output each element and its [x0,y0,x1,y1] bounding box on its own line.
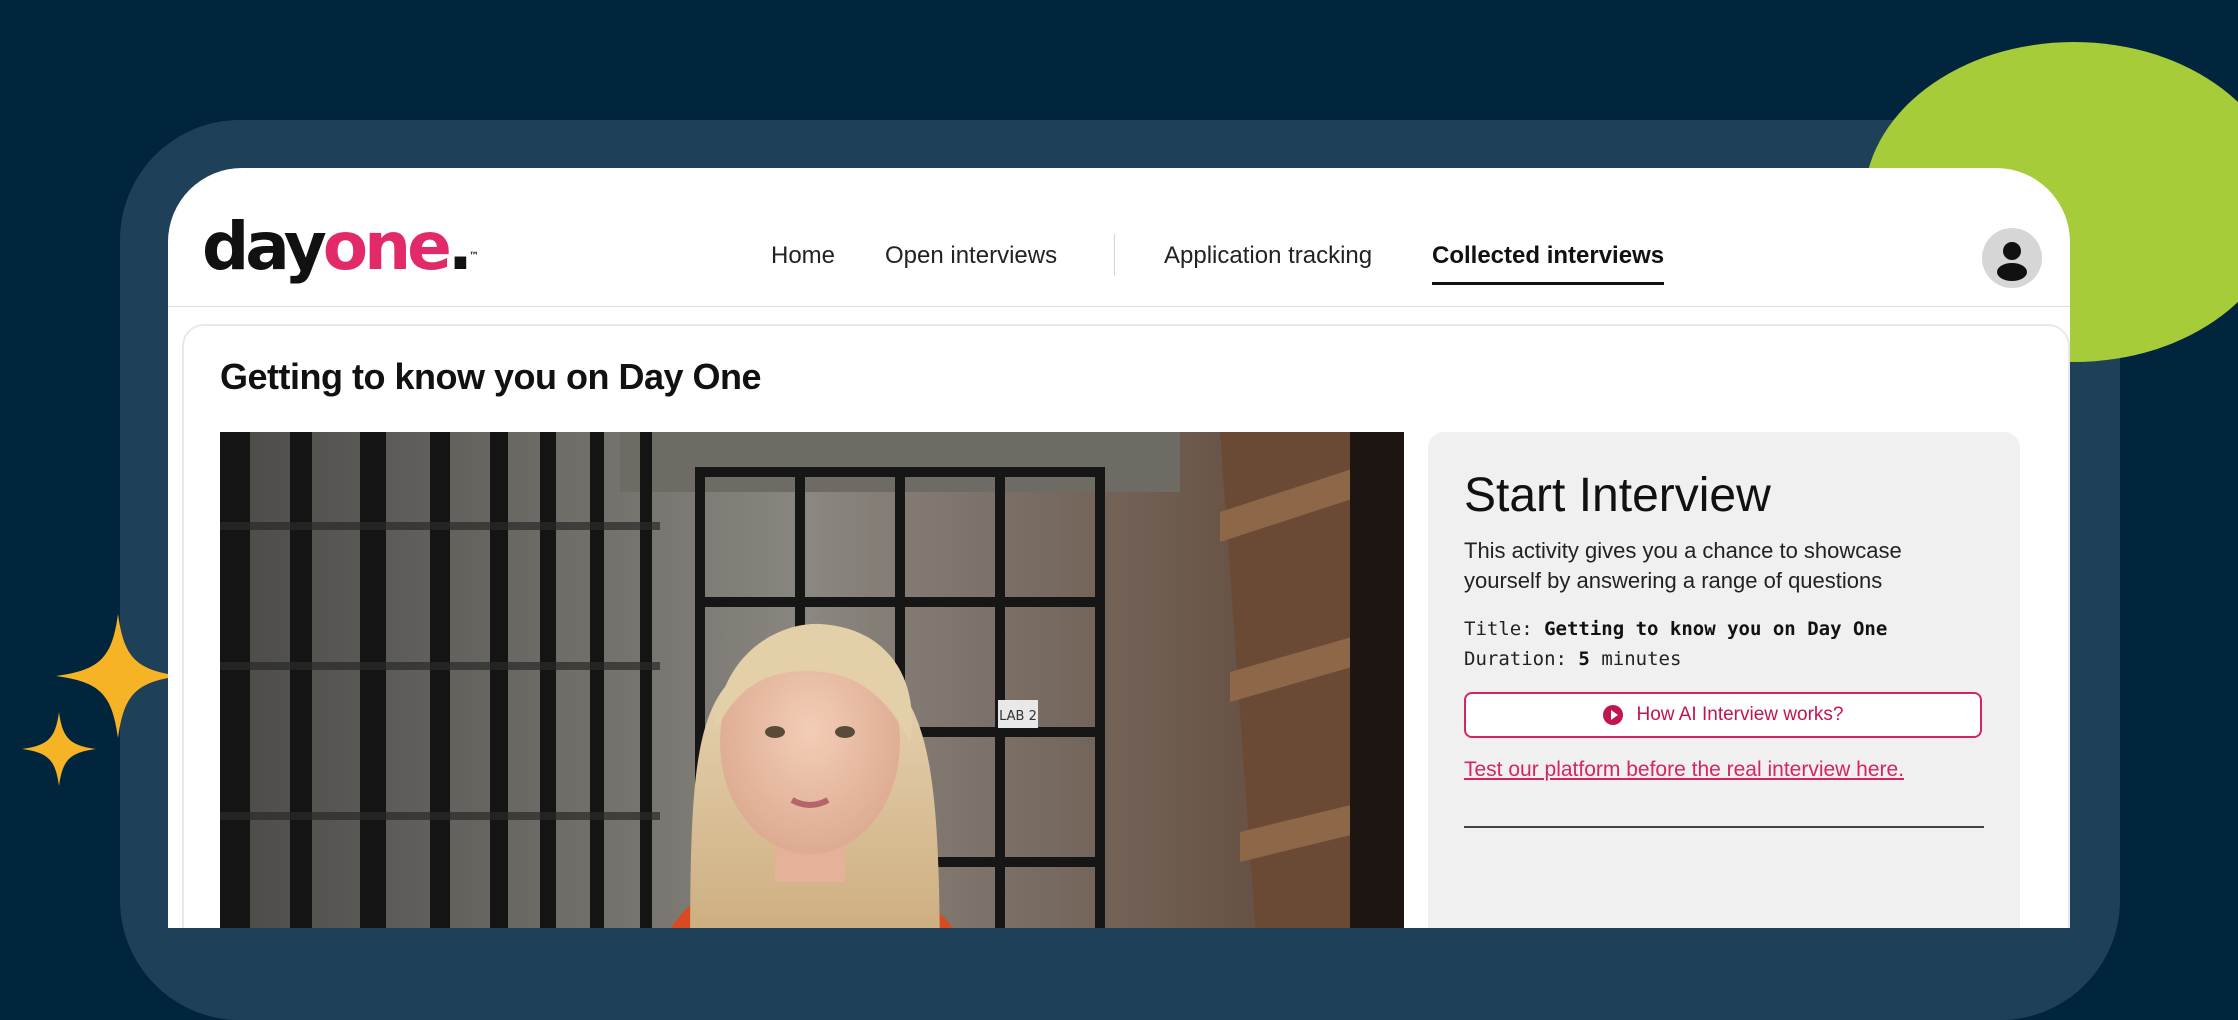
panel-description: This activity gives you a chance to show… [1464,538,1902,593]
panel-title: Start Interview [1464,469,1771,522]
play-circle-icon [1602,705,1623,725]
nav-application-tracking[interactable]: Application tracking [1164,242,1372,270]
lab-sign-text: LAB 2 [999,709,1037,724]
top-navbar: dayone.™ Home Open interviews Applicatio… [168,168,2070,307]
start-interview-panel: Start Interview This activity gives you … [1428,432,2020,928]
office-background-image: LAB 2 [220,432,1404,928]
main-nav: Home Open interviews Application trackin… [168,242,2070,285]
how-ai-interview-works-button[interactable]: How AI Interview works? [1464,692,1982,738]
meta-duration-value: 5 [1578,648,1590,670]
nav-home[interactable]: Home [771,242,835,270]
interview-meta: Title: Getting to know you on Day One Du… [1464,614,1887,674]
test-platform-link[interactable]: Test our platform before the real interv… [1464,758,1904,782]
small-star-icon [22,712,96,786]
app-window: dayone.™ Home Open interviews Applicatio… [168,168,2070,928]
nav-open-interviews[interactable]: Open interviews [885,242,1057,270]
page-title: Getting to know you on Day One [220,356,762,397]
user-avatar-icon[interactable] [1982,228,2042,288]
avatar-video[interactable]: LAB 2 [220,432,1404,928]
nav-divider [1114,234,1115,276]
nav-collected-interviews[interactable]: Collected interviews [1432,242,1665,285]
meta-duration-row: Duration: 5 minutes [1464,648,1682,670]
panel-divider [1464,826,1984,828]
meta-title-value: Getting to know you on Day One [1544,618,1888,640]
how-button-label: How AI Interview works? [1636,704,1844,725]
interview-card: Getting to know you on Day One LAB 2 Sta… [182,324,2070,928]
meta-title-row: Title: Getting to know you on Day One [1464,618,1888,640]
